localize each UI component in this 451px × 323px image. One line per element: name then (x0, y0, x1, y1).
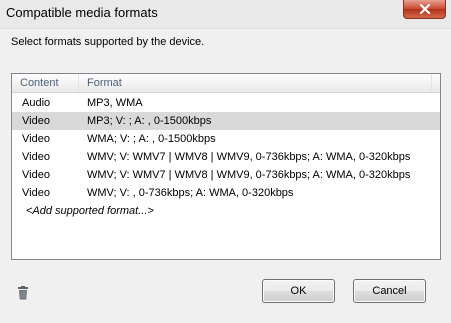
table-row[interactable]: Video WMV; V: WMV7 | WMV8 | WMV9, 0-736k… (12, 148, 440, 166)
table-row-selected[interactable]: Video MP3; V: ; A: , 0-1500kbps (12, 112, 440, 130)
list-header: Content Format (12, 74, 440, 93)
column-header-filler (432, 74, 440, 92)
row-format-cell: MP3, WMA (87, 97, 143, 109)
trash-icon[interactable] (17, 286, 29, 300)
row-content-cell: Video (22, 133, 50, 145)
list-rows: Audio MP3, WMA Video MP3; V: ; A: , 0-15… (12, 94, 440, 220)
add-format-row: <Add supported format...> (12, 202, 440, 220)
table-row[interactable]: Video WMV; V: , 0-736kbps; A: WMA, 0-320… (12, 184, 440, 202)
row-format-cell: WMV; V: , 0-736kbps; A: WMA, 0-320kbps (87, 187, 294, 199)
close-button[interactable] (403, 0, 446, 19)
table-row[interactable]: Audio MP3, WMA (12, 94, 440, 112)
row-format-cell: WMV; V: WMV7 | WMV8 | WMV9, 0-736kbps; A… (87, 169, 411, 181)
row-content-cell: Video (22, 187, 50, 199)
row-content-cell: Audio (22, 97, 51, 109)
row-content-cell: Video (22, 151, 50, 163)
column-header-format[interactable]: Format (79, 74, 432, 92)
ok-button[interactable]: OK (262, 279, 335, 303)
title-bar: Compatible media formats (0, 0, 451, 29)
cancel-button[interactable]: Cancel (353, 279, 426, 303)
instructions-text: Select formats supported by the device. (11, 36, 205, 48)
table-row[interactable]: Video WMA; V: ; A: , 0-1500kbps (12, 130, 440, 148)
row-content-cell: Video (22, 169, 50, 181)
row-format-cell: MP3; V: ; A: , 0-1500kbps (87, 115, 212, 127)
window-title: Compatible media formats (6, 5, 158, 20)
add-supported-format-link[interactable]: <Add supported format...> (26, 202, 154, 220)
table-row[interactable]: Video WMV; V: WMV7 | WMV8 | WMV9, 0-736k… (12, 166, 440, 184)
dialog-window: Compatible media formats Select formats … (0, 0, 451, 323)
row-format-cell: WMV; V: WMV7 | WMV8 | WMV9, 0-736kbps; A… (87, 151, 411, 163)
column-header-content[interactable]: Content (12, 74, 79, 92)
row-content-cell: Video (22, 115, 50, 127)
close-icon (419, 4, 431, 14)
row-format-cell: WMA; V: ; A: , 0-1500kbps (87, 133, 216, 145)
formats-list[interactable]: Content Format Audio MP3, WMA Video MP3;… (11, 73, 441, 260)
